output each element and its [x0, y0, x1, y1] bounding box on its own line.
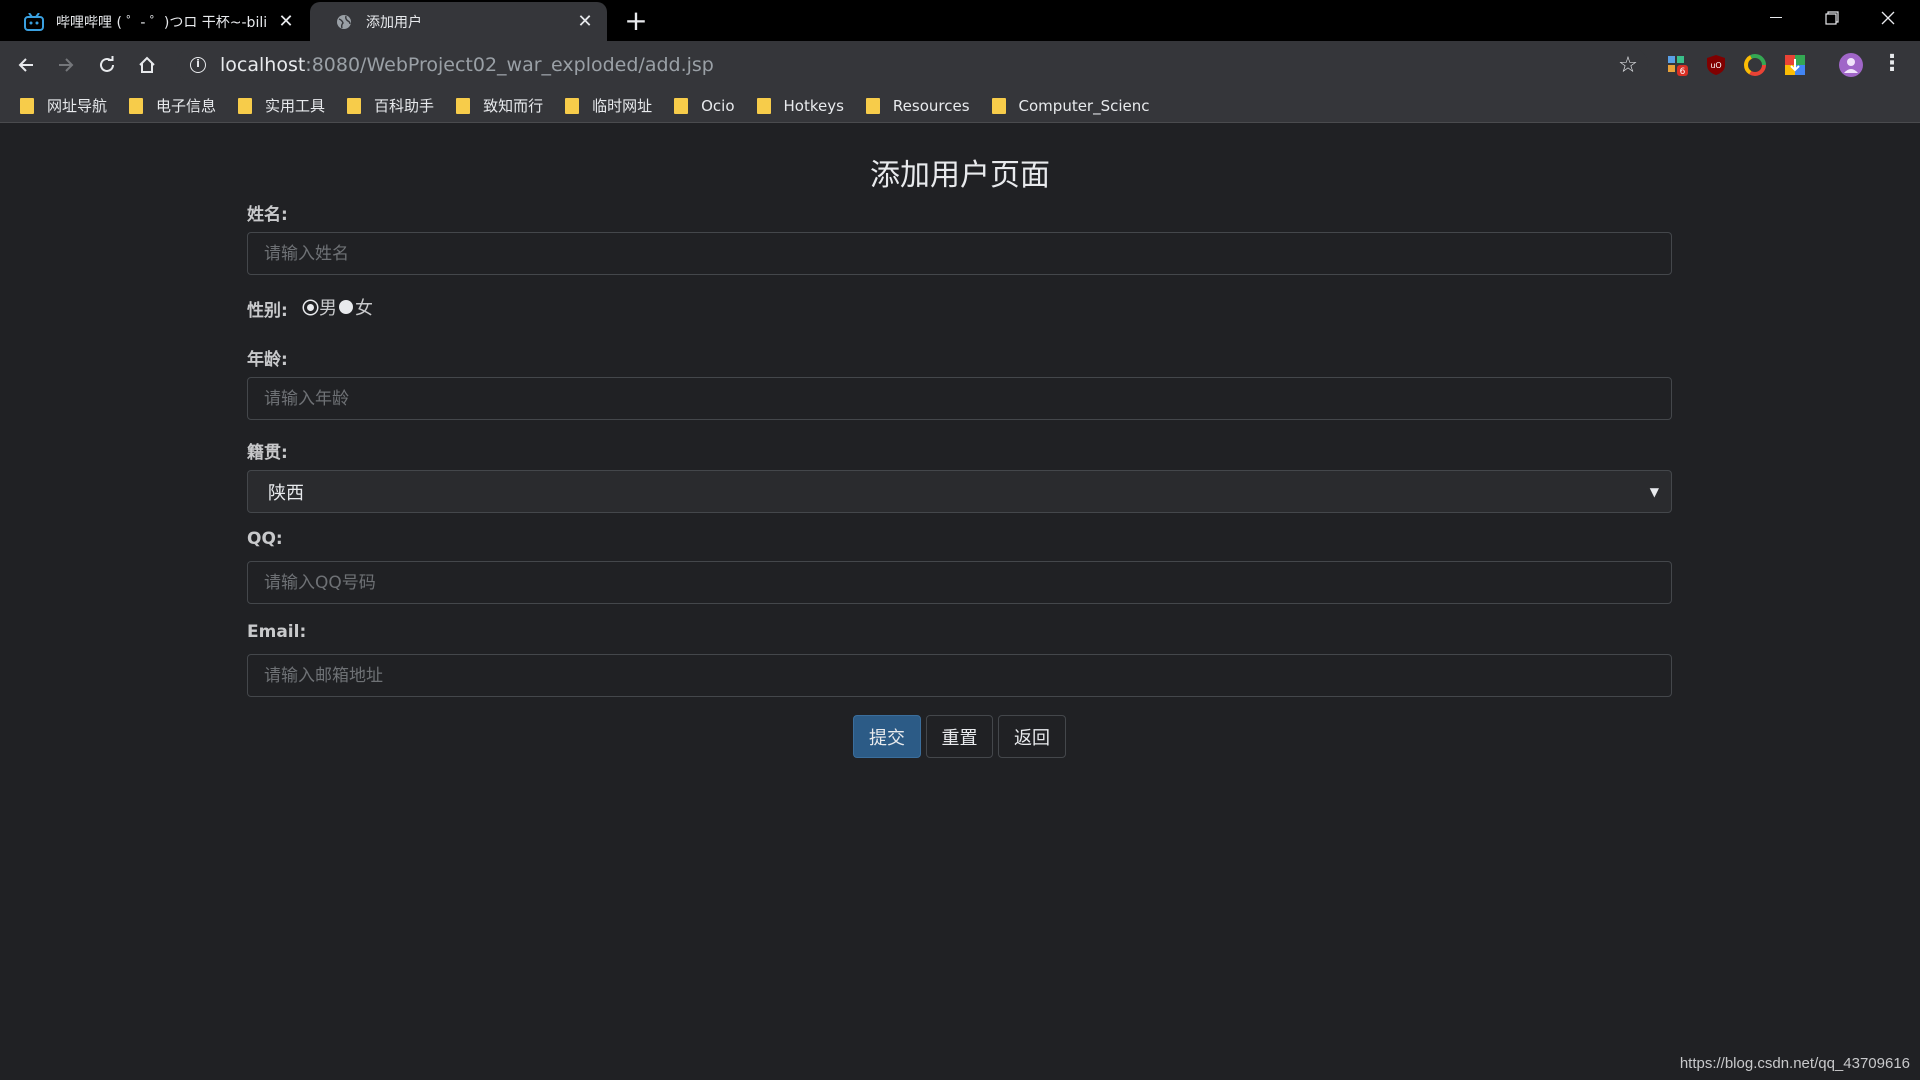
bookmark-folder[interactable]: 实用工具 — [238, 95, 325, 116]
folder-icon — [756, 97, 771, 114]
bookmark-label: Hotkeys — [783, 96, 844, 115]
email-input[interactable] — [247, 654, 1672, 697]
bookmark-label: Resources — [892, 96, 970, 115]
bookmark-folder[interactable]: Ocio — [674, 96, 735, 115]
ublock-icon[interactable]: uO — [1704, 53, 1728, 77]
bookmark-label: 实用工具 — [265, 97, 326, 115]
chrome-colored-ring-icon[interactable] — [1743, 53, 1767, 77]
bookmark-label: Computer_Scienc — [1018, 96, 1150, 115]
bookmark-folder[interactable]: 临时网址 — [565, 95, 652, 116]
reset-button[interactable]: 重置 — [926, 715, 993, 758]
age-input[interactable] — [247, 377, 1672, 420]
bilibili-icon — [24, 12, 44, 32]
folder-icon — [674, 97, 689, 114]
folder-icon — [238, 97, 253, 114]
bookmark-folder[interactable]: 致知而行 — [456, 95, 543, 116]
bookmark-folder[interactable]: 网址导航 — [20, 95, 107, 116]
name-label: 姓名: — [247, 205, 288, 225]
reload-icon[interactable] — [91, 49, 123, 81]
submit-button[interactable]: 提交 — [853, 715, 921, 758]
folder-icon — [129, 97, 144, 114]
bookmark-folder[interactable]: Computer_Scienc — [991, 96, 1150, 115]
page-title: 添加用户页面 — [870, 158, 1050, 193]
new-tab-plus-icon[interactable]: + — [622, 7, 650, 36]
tab-title: 哔哩哔哩 ( ゜- ゜)つロ 干杯~-bili — [56, 14, 268, 31]
bookmark-label: 百科助手 — [374, 97, 435, 115]
tab-title: 添加用户 — [366, 14, 422, 31]
age-label: 年龄: — [247, 350, 288, 370]
extension-grid-icon[interactable]: 6 — [1665, 53, 1689, 77]
forward-arrow-icon[interactable] — [50, 49, 82, 81]
origin-select[interactable]: 陕西 ▼ — [247, 470, 1672, 513]
minimize-icon[interactable] — [1748, 0, 1804, 36]
folder-icon — [865, 97, 880, 114]
address-bar[interactable]: i localhost:8080/WebProject02_war_explod… — [176, 47, 1648, 83]
folder-icon — [20, 97, 34, 114]
profile-avatar-icon[interactable] — [1839, 53, 1863, 77]
bookmark-label: 致知而行 — [483, 97, 544, 115]
bookmark-label: 网址导航 — [47, 97, 108, 115]
home-icon[interactable] — [131, 49, 163, 81]
bookmark-label: 电子信息 — [156, 97, 217, 115]
folder-icon — [456, 97, 471, 114]
bookmark-folder[interactable]: Hotkeys — [756, 96, 844, 115]
tab-add-user[interactable]: 添加用户 ✕ — [310, 2, 607, 41]
dropdown-caret-icon: ▼ — [1649, 485, 1659, 499]
folder-icon — [347, 97, 362, 114]
origin-selected-value: 陕西 — [268, 482, 304, 504]
watermark-url: https://blog.csdn.net/qq_43709616 — [1679, 1055, 1910, 1072]
restore-icon[interactable] — [1804, 0, 1860, 36]
extension-badge: 6 — [1680, 67, 1686, 76]
bookmark-label: 临时网址 — [592, 97, 653, 115]
gender-female-radio[interactable] — [339, 300, 353, 314]
tab-close-icon[interactable]: ✕ — [575, 11, 595, 32]
more-menu-icon[interactable]: ⋮ — [1880, 53, 1904, 77]
back-button[interactable]: 返回 — [998, 715, 1066, 758]
url-path: :8080/WebProject02_war_exploded/add.jsp — [305, 54, 714, 76]
bookmark-star-icon[interactable]: ☆ — [1612, 49, 1644, 81]
folder-icon — [991, 97, 1006, 114]
gender-male-radio[interactable] — [304, 300, 317, 314]
folder-icon — [565, 97, 580, 114]
back-arrow-icon[interactable] — [10, 49, 42, 81]
bookmarks-bar: 网址导航 电子信息 实用工具 百科助手 致知而行 临时网址 Ocio Hotke… — [0, 89, 1920, 123]
gender-radio-group: 男 女 — [247, 294, 373, 320]
gender-female-label[interactable]: 女 — [355, 294, 373, 320]
download-extension-icon[interactable] — [1783, 53, 1807, 77]
qq-label: QQ: — [247, 529, 283, 549]
tab-strip: 哔哩哔哩 ( ゜- ゜)つロ 干杯~-bili ✕ 添加用户 ✕ + — [0, 0, 1920, 41]
url-host: localhost — [220, 54, 306, 76]
origin-label: 籍贯: — [247, 443, 288, 463]
email-label: Email: — [247, 622, 307, 642]
bookmark-label: Ocio — [701, 96, 735, 115]
page-content: 添加用户页面 姓名: 性别: 男 女 年龄: 籍贯: 陕西 ▼ QQ: Emai… — [0, 124, 1920, 1080]
tab-bilibili[interactable]: 哔哩哔哩 ( ゜- ゜)つロ 干杯~-bili ✕ — [0, 2, 308, 41]
bookmark-folder[interactable]: 百科助手 — [347, 95, 434, 116]
browser-toolbar: i localhost:8080/WebProject02_war_explod… — [0, 41, 1920, 89]
close-window-icon[interactable] — [1860, 0, 1916, 36]
site-info-icon[interactable]: i — [190, 57, 206, 73]
name-input[interactable] — [247, 232, 1672, 275]
gender-male-label[interactable]: 男 — [319, 294, 337, 320]
svg-text:uO: uO — [1710, 61, 1721, 70]
bookmark-folder[interactable]: 电子信息 — [129, 95, 216, 116]
globe-icon — [334, 12, 354, 32]
tab-close-icon[interactable]: ✕ — [276, 11, 296, 32]
bookmark-folder[interactable]: Resources — [865, 96, 970, 115]
qq-input[interactable] — [247, 561, 1672, 604]
